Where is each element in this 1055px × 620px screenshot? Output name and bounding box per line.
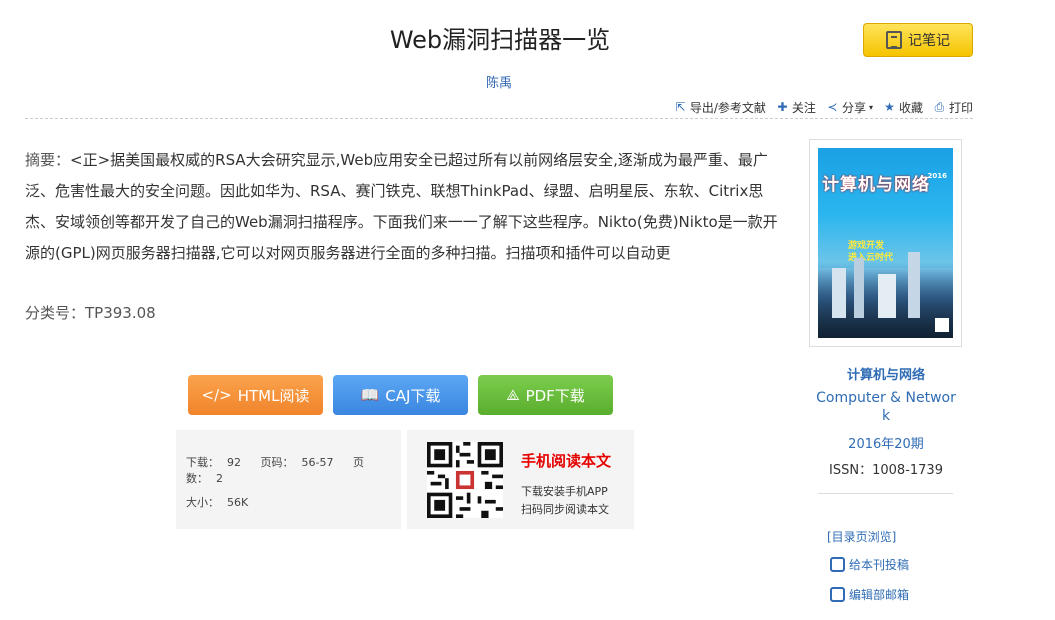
- author-link[interactable]: 陈禹: [0, 72, 998, 91]
- mobile-read-panel: 手机阅读本文 下载安装手机APP 扫码同步阅读本文: [407, 430, 634, 529]
- plus-icon: ✚: [777, 100, 788, 114]
- mobile-read-title[interactable]: 手机阅读本文: [521, 450, 611, 471]
- journal-name-en[interactable]: Computer & Network: [814, 389, 958, 425]
- star-icon: ★: [884, 100, 895, 114]
- share-button[interactable]: ≺ 分享 ▾: [826, 99, 873, 116]
- caj-download-button[interactable]: 📖 CAJ下载: [333, 375, 468, 415]
- cover-year: 2016: [927, 172, 947, 180]
- cover-barcode: [935, 318, 949, 332]
- journal-cover-image: 计算机与网络 2016 游戏开发 进入云时代: [818, 148, 953, 338]
- share-icon: ≺: [827, 100, 838, 114]
- take-notes-button[interactable]: 记笔记: [863, 23, 973, 57]
- printer-icon: ⎙: [934, 100, 945, 114]
- mobile-read-line1: 下载安装手机APP: [521, 485, 608, 498]
- toc-browse-link[interactable]: [目录页浏览]: [827, 528, 896, 545]
- submit-icon: [830, 557, 845, 572]
- mobile-read-line2: 扫码同步阅读本文: [521, 503, 609, 516]
- cover-masthead: 计算机与网络: [822, 175, 930, 195]
- html-read-button[interactable]: </> HTML阅读: [188, 375, 323, 415]
- article-stats: 下载： 92 页码： 56-57 页数： 2 大小： 56K: [176, 430, 401, 529]
- export-button[interactable]: ⇱ 导出/参考文献: [674, 99, 766, 116]
- pdf-icon: ⟁: [506, 386, 520, 404]
- pdf-download-button[interactable]: ⟁ PDF下载: [478, 375, 613, 415]
- abstract-label: 摘要：: [25, 151, 71, 169]
- notebook-icon: [886, 31, 902, 49]
- follow-button[interactable]: ✚ 关注: [776, 99, 816, 116]
- code-icon: </>: [201, 386, 232, 404]
- qr-code-icon[interactable]: [427, 442, 503, 518]
- print-button[interactable]: ⎙ 打印: [933, 99, 973, 116]
- journal-name[interactable]: 计算机与网络: [810, 364, 962, 383]
- header-divider: [25, 118, 973, 119]
- journal-issue[interactable]: 2016年20期: [810, 433, 962, 452]
- classification-number: 分类号：TP393.08: [25, 304, 156, 322]
- journal-divider: [818, 493, 953, 494]
- page-range: 页码： 56-57: [260, 456, 334, 469]
- abstract: 摘要：<正>据美国最权威的RSA大会研究显示,Web应用安全已超过所有以前网络层…: [25, 145, 790, 269]
- article-toolbar: ⇱ 导出/参考文献 ✚ 关注 ≺ 分享 ▾ ★ 收藏 ⎙ 打印: [674, 99, 973, 116]
- envelope-icon: [830, 587, 845, 602]
- book-icon: 📖: [360, 386, 380, 404]
- collect-button[interactable]: ★ 收藏: [883, 99, 923, 116]
- abstract-text: <正>据美国最权威的RSA大会研究显示,Web应用安全已超过所有以前网络层安全,…: [25, 151, 778, 262]
- take-notes-label: 记笔记: [908, 33, 950, 49]
- download-count: 下载： 92: [186, 456, 241, 469]
- file-size: 大小： 56K: [186, 496, 249, 509]
- journal-cover[interactable]: 计算机与网络 2016 游戏开发 进入云时代: [809, 139, 962, 347]
- article-title: Web漏洞扫描器一览: [389, 26, 611, 54]
- editorial-email-link[interactable]: 编辑部邮箱: [830, 586, 909, 603]
- journal-issn: ISSN：1008-1739: [829, 463, 943, 478]
- submit-manuscript-link[interactable]: 给本刊投稿: [830, 556, 909, 573]
- export-icon: ⇱: [675, 100, 686, 114]
- chevron-down-icon: ▾: [868, 103, 873, 112]
